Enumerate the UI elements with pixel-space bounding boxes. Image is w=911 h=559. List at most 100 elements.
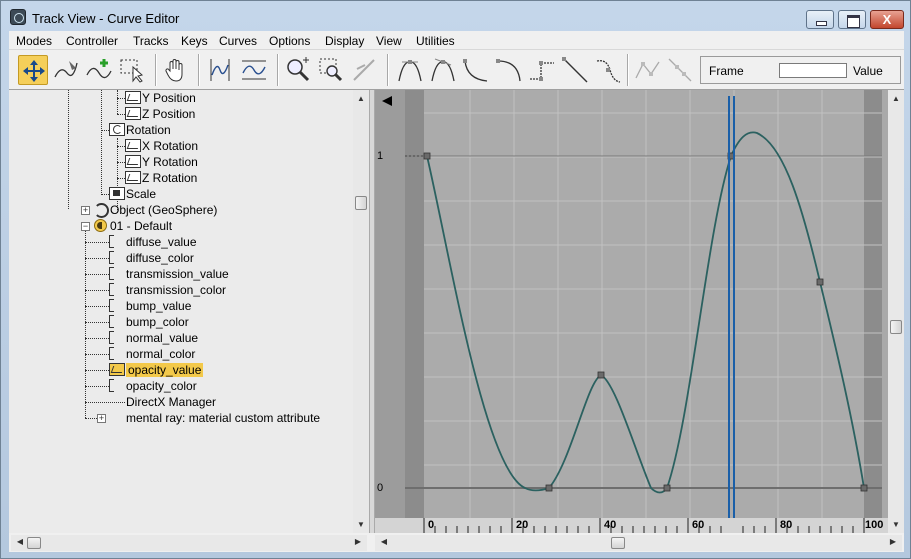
graph-vscroll-thumb[interactable] — [890, 320, 902, 334]
tangent-step-button[interactable] — [527, 55, 557, 85]
expand-icon[interactable]: + — [81, 206, 90, 215]
zoom-horizontal-extents-button[interactable] — [205, 55, 235, 85]
key-3[interactable] — [663, 484, 671, 492]
menu-curves[interactable]: Curves — [219, 34, 257, 48]
tangent-custom-icon — [431, 58, 455, 82]
menu-options[interactable]: Options — [269, 34, 310, 48]
curve-icon — [125, 155, 141, 168]
curve-icon — [125, 91, 141, 104]
rotation-icon — [109, 123, 125, 136]
curve-graph[interactable]: 1 0 0 20 40 60 80 100 — [375, 90, 888, 533]
key-0[interactable] — [423, 152, 431, 160]
menu-view[interactable]: View — [376, 34, 402, 48]
pan-hand-icon — [165, 59, 183, 82]
close-button[interactable]: X — [870, 10, 904, 29]
pan-button[interactable] — [161, 55, 191, 85]
tangent-fast-button[interactable] — [461, 55, 491, 85]
graph-hscroll-thumb[interactable] — [611, 537, 625, 549]
tangent-smooth-icon — [596, 60, 621, 83]
frame-label: Frame — [709, 64, 744, 78]
frame-input[interactable] — [779, 63, 847, 78]
scroll-left-icon[interactable]: ◀ — [13, 535, 27, 551]
key-5[interactable] — [816, 278, 824, 286]
zoom-button[interactable] — [283, 55, 313, 85]
minimize-button[interactable] — [806, 10, 834, 29]
expand-icon[interactable]: + — [97, 414, 106, 423]
ruler-label-20: 20 — [516, 519, 529, 531]
menu-modes[interactable]: Modes — [16, 34, 52, 48]
region-select-button[interactable] — [117, 55, 147, 85]
y-tick-1: 1 — [377, 150, 384, 162]
menu-bar: Modes Controller Tracks Keys Curves Opti… — [9, 31, 904, 50]
zoom-region-button[interactable] — [316, 55, 346, 85]
zoom-value-extents-icon — [242, 60, 266, 80]
bracket-icon — [109, 251, 114, 264]
ruler-label-100: 100 — [865, 519, 884, 531]
move-keys-icon — [23, 60, 45, 82]
lock-selection-icon — [635, 61, 660, 79]
controller-tree: Y Position Z Position Rotation X Rotatio… — [9, 90, 353, 533]
isolate-curve-button[interactable] — [349, 55, 379, 85]
scroll-down-icon[interactable]: ▼ — [888, 518, 904, 532]
key-2[interactable] — [597, 371, 605, 379]
tree-vertical-scrollbar[interactable]: ▲ ▼ — [353, 90, 369, 533]
y-tick-0: 0 — [377, 482, 384, 494]
bottom-scrollbars: ◀ ▶ ◀ ▶ — [9, 533, 904, 552]
isolate-curve-icon — [353, 59, 375, 81]
collapse-icon[interactable]: − — [81, 222, 90, 231]
add-keys-icon — [86, 59, 112, 79]
title-bar[interactable]: Track View - Curve Editor X — [1, 1, 910, 31]
scroll-up-icon[interactable]: ▲ — [888, 92, 904, 106]
menu-display[interactable]: Display — [325, 34, 364, 48]
tree-scroll-thumb[interactable] — [355, 196, 367, 210]
toolbar: Frame Value — [9, 50, 904, 90]
tangent-auto-button[interactable] — [395, 55, 425, 85]
zoom-horizontal-extents-icon — [210, 59, 230, 81]
tangent-slow-button[interactable] — [494, 55, 524, 85]
bracket-icon — [109, 299, 114, 312]
scroll-left-icon[interactable]: ◀ — [377, 535, 391, 551]
tangent-smooth-button[interactable] — [593, 55, 623, 85]
tree-horizontal-scrollbar[interactable]: ◀ ▶ — [11, 535, 367, 551]
scale-icon — [109, 187, 125, 200]
curve-icon — [125, 171, 141, 184]
draw-curves-icon — [54, 61, 78, 78]
move-keys-button[interactable] — [18, 55, 48, 85]
zoom-value-extents-button[interactable] — [239, 55, 269, 85]
scroll-right-icon[interactable]: ▶ — [351, 535, 365, 551]
ruler-label-0: 0 — [428, 519, 435, 531]
tangent-fast-icon — [463, 59, 488, 82]
graph-vertical-scrollbar[interactable]: ▲ ▼ — [888, 90, 904, 533]
tangent-linear-icon — [562, 57, 588, 83]
key-6[interactable] — [860, 484, 868, 492]
close-icon: X — [882, 12, 892, 27]
material-icon — [94, 219, 107, 232]
bracket-icon — [109, 283, 114, 296]
curve-icon — [125, 139, 141, 152]
curve-icon — [125, 107, 141, 120]
snap-frames-button[interactable] — [665, 55, 695, 85]
add-keys-button[interactable] — [84, 55, 114, 85]
menu-keys[interactable]: Keys — [181, 34, 208, 48]
tangent-linear-button[interactable] — [560, 55, 590, 85]
menu-utilities[interactable]: Utilities — [416, 34, 455, 48]
ruler-label-40: 40 — [604, 519, 617, 531]
value-label: Value — [853, 64, 883, 78]
maximize-button[interactable] — [838, 10, 866, 29]
tangent-auto-icon — [398, 60, 422, 82]
bracket-icon — [109, 267, 114, 280]
graph-horizontal-scrollbar[interactable]: ◀ ▶ — [375, 535, 902, 551]
tangent-slow-icon — [496, 59, 521, 82]
scroll-right-icon[interactable]: ▶ — [886, 535, 900, 551]
scroll-up-icon[interactable]: ▲ — [353, 92, 369, 106]
geosphere-icon — [93, 203, 109, 218]
tangent-custom-button[interactable] — [428, 55, 458, 85]
draw-curves-button[interactable] — [51, 55, 81, 85]
bracket-icon — [109, 347, 114, 360]
menu-tracks[interactable]: Tracks — [133, 34, 169, 48]
tree-hscroll-thumb[interactable] — [27, 537, 41, 549]
key-1[interactable] — [545, 484, 553, 492]
menu-controller[interactable]: Controller — [66, 34, 118, 48]
scroll-down-icon[interactable]: ▼ — [353, 518, 369, 532]
lock-selection-button[interactable] — [633, 55, 663, 85]
